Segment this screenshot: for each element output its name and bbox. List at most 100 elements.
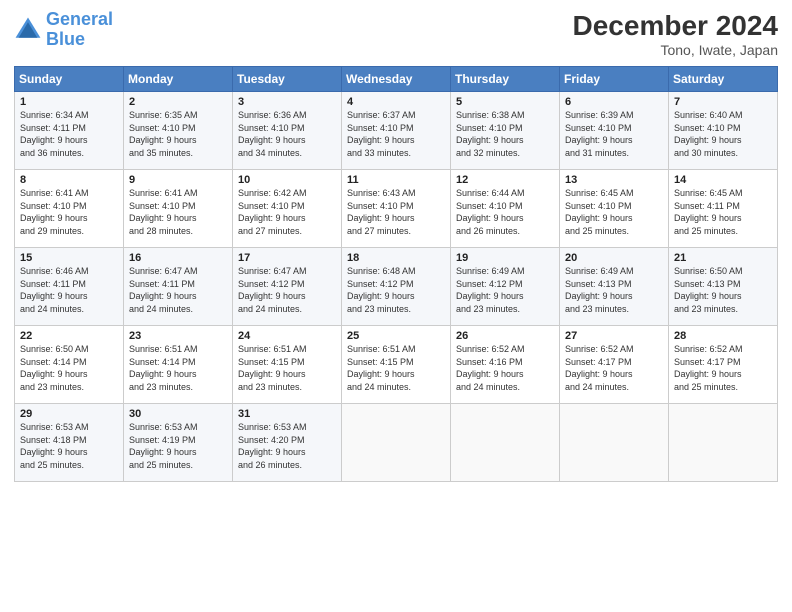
calendar-cell: 13Sunrise: 6:45 AMSunset: 4:10 PMDayligh…: [560, 170, 669, 248]
calendar-cell: 16Sunrise: 6:47 AMSunset: 4:11 PMDayligh…: [124, 248, 233, 326]
cell-details: Sunrise: 6:41 AMSunset: 4:10 PMDaylight:…: [129, 187, 228, 237]
cell-details: Sunrise: 6:53 AMSunset: 4:20 PMDaylight:…: [238, 421, 337, 471]
calendar-cell: 9Sunrise: 6:41 AMSunset: 4:10 PMDaylight…: [124, 170, 233, 248]
title-block: December 2024 Tono, Iwate, Japan: [573, 10, 778, 58]
day-number: 29: [20, 408, 119, 420]
calendar-table: SundayMondayTuesdayWednesdayThursdayFrid…: [14, 66, 778, 482]
day-number: 4: [347, 96, 446, 108]
calendar-cell: 21Sunrise: 6:50 AMSunset: 4:13 PMDayligh…: [669, 248, 778, 326]
day-number: 23: [129, 330, 228, 342]
day-number: 8: [20, 174, 119, 186]
day-number: 6: [565, 96, 664, 108]
calendar-cell: 19Sunrise: 6:49 AMSunset: 4:12 PMDayligh…: [451, 248, 560, 326]
calendar-cell: 20Sunrise: 6:49 AMSunset: 4:13 PMDayligh…: [560, 248, 669, 326]
cell-details: Sunrise: 6:52 AMSunset: 4:17 PMDaylight:…: [674, 343, 773, 393]
cell-details: Sunrise: 6:51 AMSunset: 4:14 PMDaylight:…: [129, 343, 228, 393]
day-number: 15: [20, 252, 119, 264]
calendar-cell: 12Sunrise: 6:44 AMSunset: 4:10 PMDayligh…: [451, 170, 560, 248]
cell-details: Sunrise: 6:46 AMSunset: 4:11 PMDaylight:…: [20, 265, 119, 315]
cell-details: Sunrise: 6:47 AMSunset: 4:12 PMDaylight:…: [238, 265, 337, 315]
calendar-cell: 25Sunrise: 6:51 AMSunset: 4:15 PMDayligh…: [342, 326, 451, 404]
calendar-cell: 23Sunrise: 6:51 AMSunset: 4:14 PMDayligh…: [124, 326, 233, 404]
calendar-week-row: 8 Sunrise: 6:41 AMSunset: 4:10 PMDaylight…: [15, 170, 778, 248]
day-number: 17: [238, 252, 337, 264]
day-number: 16: [129, 252, 228, 264]
cell-details: Sunrise: 6:39 AMSunset: 4:10 PMDaylight:…: [565, 109, 664, 159]
calendar-cell: 14Sunrise: 6:45 AMSunset: 4:11 PMDayligh…: [669, 170, 778, 248]
day-number: 26: [456, 330, 555, 342]
logo: General Blue: [14, 10, 113, 50]
day-number: 21: [674, 252, 773, 264]
calendar-cell: 27Sunrise: 6:52 AMSunset: 4:17 PMDayligh…: [560, 326, 669, 404]
day-number: 11: [347, 174, 446, 186]
day-number: 31: [238, 408, 337, 420]
calendar-cell: 15Sunrise: 6:46 AMSunset: 4:11 PMDayligh…: [15, 248, 124, 326]
day-number: 22: [20, 330, 119, 342]
cell-details: Sunrise: 6:44 AMSunset: 4:10 PMDaylight:…: [456, 187, 555, 237]
cell-details: Sunrise: 6:53 AMSunset: 4:19 PMDaylight:…: [129, 421, 228, 471]
calendar-cell: 30Sunrise: 6:53 AMSunset: 4:19 PMDayligh…: [124, 404, 233, 482]
calendar-week-row: 29Sunrise: 6:53 AMSunset: 4:18 PMDayligh…: [15, 404, 778, 482]
calendar-cell: 28Sunrise: 6:52 AMSunset: 4:17 PMDayligh…: [669, 326, 778, 404]
calendar-week-row: 1Sunrise: 6:34 AMSunset: 4:11 PMDaylight…: [15, 92, 778, 170]
calendar-week-row: 15Sunrise: 6:46 AMSunset: 4:11 PMDayligh…: [15, 248, 778, 326]
location: Tono, Iwate, Japan: [573, 42, 778, 58]
calendar-cell: 10Sunrise: 6:42 AMSunset: 4:10 PMDayligh…: [233, 170, 342, 248]
day-number: 28: [674, 330, 773, 342]
cell-details: Sunrise: 6:40 AMSunset: 4:10 PMDaylight:…: [674, 109, 773, 159]
weekday-header: Saturday: [669, 67, 778, 92]
calendar-cell: 2Sunrise: 6:35 AMSunset: 4:10 PMDaylight…: [124, 92, 233, 170]
calendar-cell: 11Sunrise: 6:43 AMSunset: 4:10 PMDayligh…: [342, 170, 451, 248]
day-number: 12: [456, 174, 555, 186]
day-number: 20: [565, 252, 664, 264]
cell-details: Sunrise: 6:49 AMSunset: 4:13 PMDaylight:…: [565, 265, 664, 315]
calendar-cell: 4Sunrise: 6:37 AMSunset: 4:10 PMDaylight…: [342, 92, 451, 170]
calendar-cell: 22Sunrise: 6:50 AMSunset: 4:14 PMDayligh…: [15, 326, 124, 404]
day-number: 9: [129, 174, 228, 186]
cell-details: Sunrise: 6:45 AMSunset: 4:11 PMDaylight:…: [674, 187, 773, 237]
cell-details: Sunrise: 6:35 AMSunset: 4:10 PMDaylight:…: [129, 109, 228, 159]
calendar-cell: [451, 404, 560, 482]
calendar-cell: 5Sunrise: 6:38 AMSunset: 4:10 PMDaylight…: [451, 92, 560, 170]
page-container: General Blue December 2024 Tono, Iwate, …: [0, 0, 792, 492]
weekday-header: Thursday: [451, 67, 560, 92]
day-number: 13: [565, 174, 664, 186]
calendar-cell: [560, 404, 669, 482]
page-header: General Blue December 2024 Tono, Iwate, …: [14, 10, 778, 58]
calendar-cell: 17Sunrise: 6:47 AMSunset: 4:12 PMDayligh…: [233, 248, 342, 326]
weekday-header: Monday: [124, 67, 233, 92]
cell-details: Sunrise: 6:43 AMSunset: 4:10 PMDaylight:…: [347, 187, 446, 237]
weekday-header: Friday: [560, 67, 669, 92]
day-number: 2: [129, 96, 228, 108]
day-number: 10: [238, 174, 337, 186]
day-number: 18: [347, 252, 446, 264]
calendar-cell: 6Sunrise: 6:39 AMSunset: 4:10 PMDaylight…: [560, 92, 669, 170]
logo-icon: [14, 16, 42, 44]
day-number: 7: [674, 96, 773, 108]
calendar-cell: 26Sunrise: 6:52 AMSunset: 4:16 PMDayligh…: [451, 326, 560, 404]
cell-details: Sunrise: 6:37 AMSunset: 4:10 PMDaylight:…: [347, 109, 446, 159]
calendar-cell: 8Sunrise: 6:41 AMSunset: 4:10 PMDaylight…: [15, 170, 124, 248]
weekday-header: Tuesday: [233, 67, 342, 92]
calendar-header-row: SundayMondayTuesdayWednesdayThursdayFrid…: [15, 67, 778, 92]
calendar-cell: 29Sunrise: 6:53 AMSunset: 4:18 PMDayligh…: [15, 404, 124, 482]
calendar-cell: 3Sunrise: 6:36 AMSunset: 4:10 PMDaylight…: [233, 92, 342, 170]
calendar-cell: 7Sunrise: 6:40 AMSunset: 4:10 PMDaylight…: [669, 92, 778, 170]
day-number: 1: [20, 96, 119, 108]
calendar-week-row: 22Sunrise: 6:50 AMSunset: 4:14 PMDayligh…: [15, 326, 778, 404]
day-number: 19: [456, 252, 555, 264]
calendar-cell: 1Sunrise: 6:34 AMSunset: 4:11 PMDaylight…: [15, 92, 124, 170]
day-number: 27: [565, 330, 664, 342]
day-number: 24: [238, 330, 337, 342]
cell-details: Sunrise: 6:52 AMSunset: 4:16 PMDaylight:…: [456, 343, 555, 393]
day-number: 5: [456, 96, 555, 108]
cell-details: Sunrise: 6:45 AMSunset: 4:10 PMDaylight:…: [565, 187, 664, 237]
weekday-header: Sunday: [15, 67, 124, 92]
day-number: 30: [129, 408, 228, 420]
day-number: 3: [238, 96, 337, 108]
calendar-cell: 31Sunrise: 6:53 AMSunset: 4:20 PMDayligh…: [233, 404, 342, 482]
logo-text: General Blue: [46, 10, 113, 50]
calendar-cell: 24Sunrise: 6:51 AMSunset: 4:15 PMDayligh…: [233, 326, 342, 404]
day-number: 25: [347, 330, 446, 342]
cell-details: Sunrise: 6:42 AMSunset: 4:10 PMDaylight:…: [238, 187, 337, 237]
